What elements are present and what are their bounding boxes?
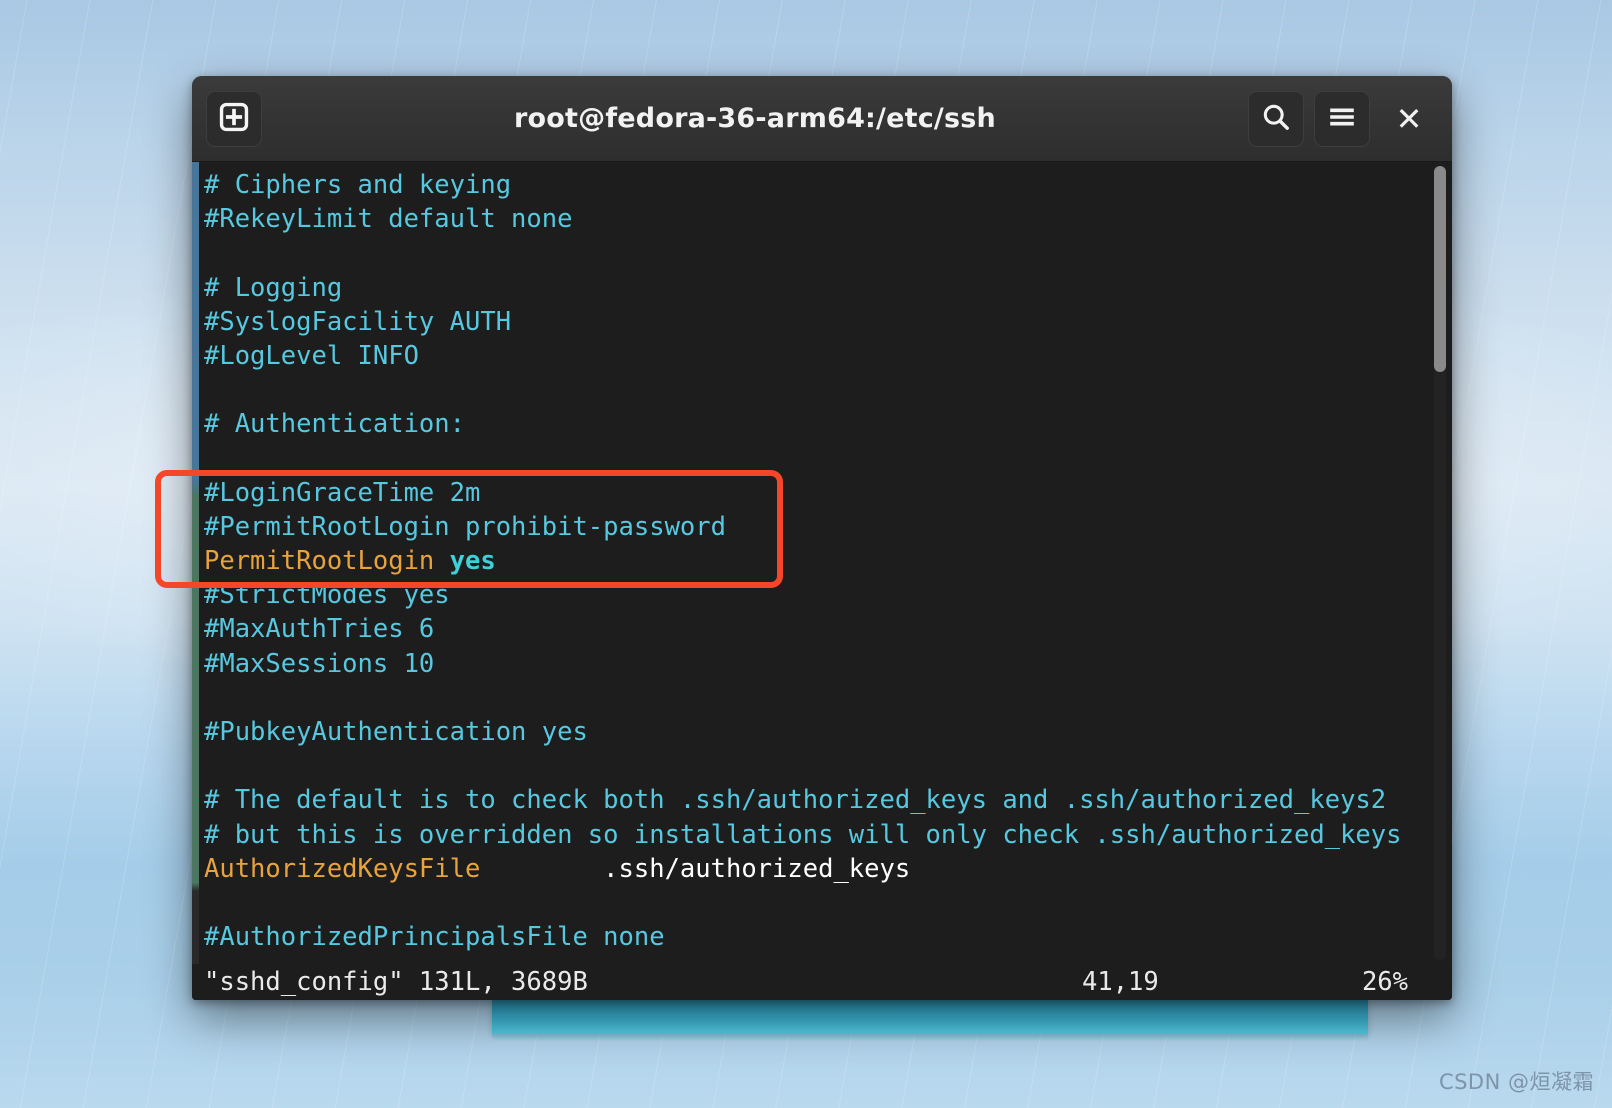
close-button[interactable]: ✕ xyxy=(1380,91,1438,147)
code-line: # Logging xyxy=(204,272,343,303)
code-line: # Ciphers and keying xyxy=(204,170,512,200)
close-icon: ✕ xyxy=(1395,99,1423,138)
status-cursor-position: 41,19 xyxy=(1082,967,1159,997)
code-line: #RekeyLimit default none xyxy=(204,204,573,235)
code-line: #AuthorizedPrincipalsFile none xyxy=(204,922,665,953)
status-scroll-percent: 26% xyxy=(1361,967,1408,997)
code-line: #LoginGraceTime 2m xyxy=(204,477,481,508)
status-filename: "sshd_config" 131L, 3689B xyxy=(204,967,588,997)
taskbar-teal-bar xyxy=(492,996,1368,1034)
vim-text-buffer[interactable]: # Ciphers and keying #RekeyLimit default … xyxy=(204,162,1422,954)
code-line: # but this is overridden so installation… xyxy=(204,819,1402,850)
window-title: root@fedora-36-arm64:/etc/ssh xyxy=(514,103,996,134)
menu-button[interactable] xyxy=(1314,90,1370,147)
titlebar-controls: ✕ xyxy=(1248,90,1438,147)
code-line: #MaxAuthTries 6 xyxy=(204,614,435,645)
search-icon xyxy=(1260,101,1292,137)
code-line: AuthorizedKeysFile .ssh/authorized_keys xyxy=(204,853,911,884)
search-button[interactable] xyxy=(1248,90,1304,147)
code-line: #SyslogFacility AUTH xyxy=(204,306,512,337)
code-line: #PermitRootLogin prohibit-password xyxy=(204,511,726,542)
code-line: # Authentication: xyxy=(204,409,465,440)
terminal-window: root@fedora-36-arm64:/etc/ssh ✕ # Cipher… xyxy=(192,76,1452,1000)
vim-sign-column xyxy=(192,162,199,1000)
code-line: #MaxSessions 10 xyxy=(204,648,435,679)
desktop: root@fedora-36-arm64:/etc/ssh ✕ # Cipher… xyxy=(0,0,1612,1108)
watermark-text: CSDN @烜凝霜 xyxy=(1438,1070,1594,1094)
hamburger-menu-icon xyxy=(1326,101,1358,137)
code-line: #StrictModes yes xyxy=(204,580,450,611)
terminal-titlebar: root@fedora-36-arm64:/etc/ssh ✕ xyxy=(192,76,1452,162)
new-tab-plus-icon xyxy=(217,100,251,138)
code-line: #PubkeyAuthentication yes xyxy=(204,717,588,747)
terminal-content-area[interactable]: # Ciphers and keying #RekeyLimit default … xyxy=(192,162,1452,1000)
new-tab-button[interactable] xyxy=(206,90,262,147)
code-line: PermitRootLogin yes xyxy=(204,546,496,577)
vim-status-line: "sshd_config" 131L, 3689B 41,19 26% xyxy=(192,964,1452,1000)
code-line: #LogLevel INFO xyxy=(204,340,419,371)
taskbar-edge-highlight xyxy=(492,1034,1368,1040)
terminal-scrollbar[interactable] xyxy=(1434,166,1446,960)
code-line: # The default is to check both .ssh/auth… xyxy=(204,785,1387,816)
terminal-scrollbar-thumb[interactable] xyxy=(1434,166,1446,373)
